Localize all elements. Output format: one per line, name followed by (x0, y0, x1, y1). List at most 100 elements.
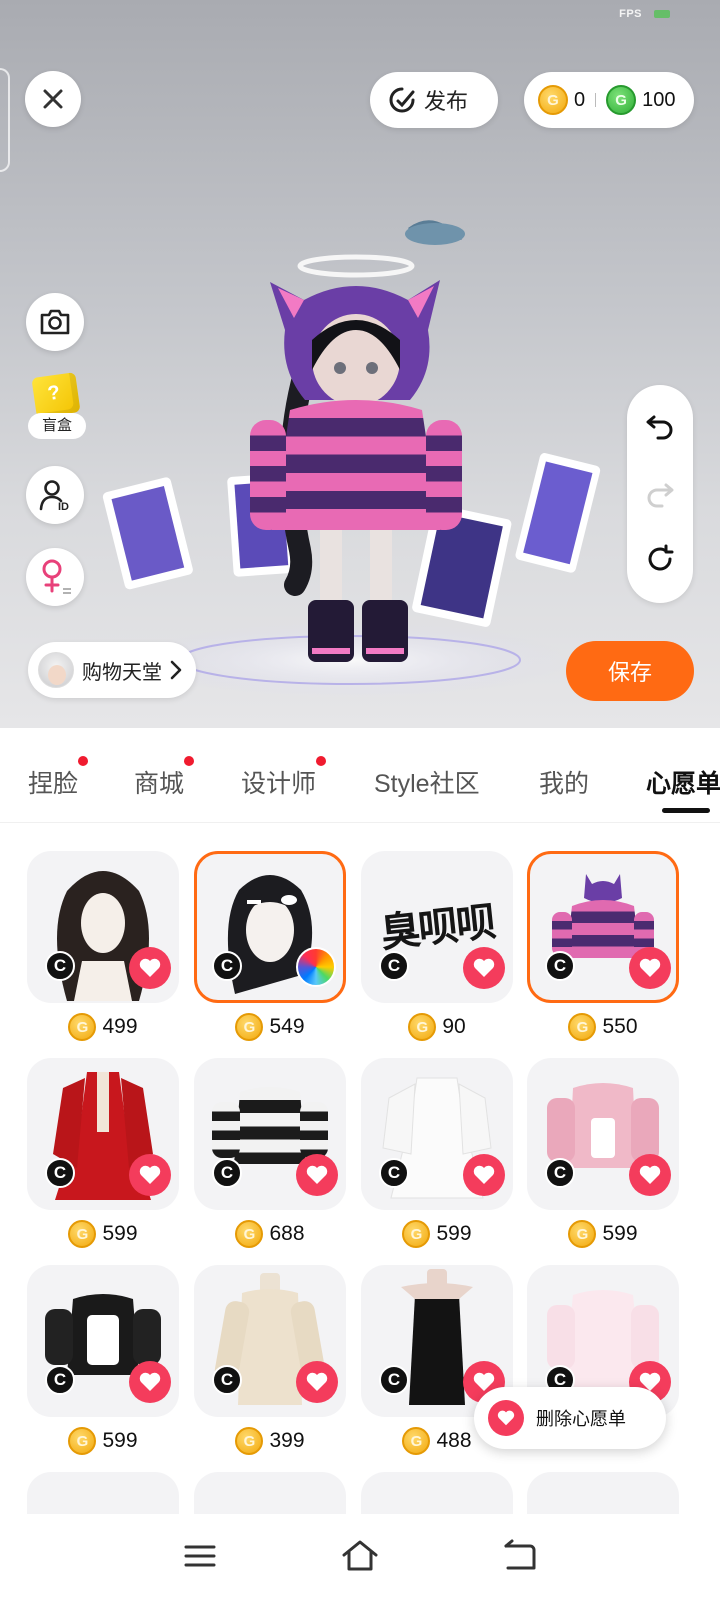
item-card[interactable]: C 688 (194, 1058, 346, 1263)
fps-indicator (654, 10, 670, 18)
wishlist-heart-button[interactable] (629, 1154, 671, 1196)
item-price: 399 (194, 1425, 346, 1457)
item-card[interactable] (27, 1472, 179, 1514)
heart-icon (639, 958, 661, 977)
item-card[interactable]: 臭呗呗 C 90 (361, 851, 513, 1056)
gold-coin-icon (402, 1427, 431, 1455)
tab-style-community[interactable]: Style社区 (374, 764, 480, 800)
item-card[interactable]: C 599 (27, 1058, 179, 1263)
item-card[interactable] (361, 1472, 513, 1514)
price-value: 550 (602, 1015, 638, 1038)
notification-dot (78, 756, 89, 766)
remove-wishlist-label: 删除心愿单 (536, 1409, 626, 1429)
notification-dot (316, 756, 327, 766)
heart-icon (639, 1165, 661, 1184)
close-button[interactable] (25, 71, 81, 127)
save-button[interactable]: 保存 (566, 641, 694, 701)
item-card[interactable] (527, 1472, 679, 1514)
creator-badge: C (379, 1365, 409, 1395)
menu-icon[interactable] (180, 1538, 220, 1574)
wishlist-heart-button[interactable] (296, 1361, 338, 1403)
gender-switch-button[interactable] (26, 548, 84, 606)
wishlist-heart-button[interactable] (129, 1361, 171, 1403)
item-price: 90 (361, 1011, 513, 1043)
price-value: 549 (269, 1015, 305, 1038)
gold-coin-icon (568, 1220, 597, 1248)
price-value: 499 (102, 1015, 138, 1038)
system-nav-bar (0, 1514, 720, 1600)
blindbox-icon (31, 372, 81, 418)
tab-label: 捏脸 (28, 770, 79, 798)
heart-icon (139, 958, 161, 977)
item-thumbnail[interactable] (361, 1472, 513, 1514)
blindbox-label: 盲盒 (28, 413, 86, 439)
camera-button[interactable] (26, 293, 84, 351)
wishlist-heart-button[interactable] (629, 947, 671, 989)
tab-mine[interactable]: 我的 (539, 764, 589, 800)
wishlist-heart-button[interactable] (463, 947, 505, 989)
color-picker-icon[interactable] (296, 947, 336, 987)
wishlist-heart-button[interactable] (129, 947, 171, 989)
item-price: 599 (27, 1218, 179, 1250)
tab-label: 心愿单 (646, 770, 720, 798)
remove-wishlist-button[interactable]: 删除心愿单 (474, 1387, 666, 1449)
profile-id-button[interactable]: ID (26, 466, 84, 524)
tab-mall[interactable]: 商城 (134, 756, 195, 800)
heart-icon (306, 1372, 328, 1391)
item-card[interactable]: C 599 (361, 1058, 513, 1263)
camera-icon (40, 309, 70, 335)
item-thumbnail[interactable] (194, 1472, 346, 1514)
tab-designer[interactable]: 设计师 (241, 756, 327, 800)
creator-badge: C (379, 951, 409, 981)
home-icon[interactable] (340, 1538, 380, 1574)
item-card[interactable]: C 550 (527, 851, 679, 1056)
price-value: 599 (102, 1222, 138, 1245)
blindbox-button[interactable]: 盲盒 (28, 372, 86, 439)
publish-label: 发布 (424, 89, 469, 114)
item-card[interactable]: C 549 (194, 851, 346, 1056)
green-balance: 100 (642, 88, 676, 111)
price-value: 688 (269, 1222, 305, 1245)
wishlist-heart-button[interactable] (463, 1154, 505, 1196)
item-price: 550 (527, 1011, 679, 1043)
price-value: 90 (442, 1015, 466, 1038)
gold-balance: 0 (574, 88, 586, 111)
item-card[interactable]: C 499 (27, 851, 179, 1056)
avatar-scene[interactable]: FPS 发布 G 0 G 100 ? 盲盒 ID 购物天堂 保存 (0, 0, 720, 728)
gold-coin-icon (68, 1220, 97, 1248)
creator-badge: C (379, 1158, 409, 1188)
wishlist-heart-button[interactable] (129, 1154, 171, 1196)
item-price: 599 (27, 1425, 179, 1457)
redo-icon[interactable] (644, 477, 676, 509)
creator-badge: C (212, 1158, 242, 1188)
user-id-icon: ID (39, 480, 69, 512)
heart-icon (139, 1165, 161, 1184)
item-thumbnail[interactable] (27, 1472, 179, 1514)
gold-coin-icon (235, 1013, 264, 1041)
item-thumbnail[interactable] (527, 1472, 679, 1514)
item-card[interactable]: C 399 (194, 1265, 346, 1470)
currency-balance[interactable]: 0 100 (524, 72, 694, 128)
avatar (38, 652, 74, 688)
item-card[interactable]: C 599 (27, 1265, 179, 1470)
back-icon[interactable] (500, 1538, 540, 1574)
item-card[interactable]: C 599 (527, 1058, 679, 1263)
edge-handle[interactable] (0, 68, 10, 172)
tab-wishlist[interactable]: 心愿单 (646, 764, 720, 800)
publish-button[interactable]: 发布 (370, 72, 498, 128)
edit-history-panel (627, 385, 693, 603)
shopping-paradise-button[interactable]: 购物天堂 (28, 642, 196, 698)
heart-icon (488, 1400, 524, 1436)
female-icon (42, 559, 71, 594)
item-price: 599 (361, 1218, 513, 1250)
tab-face[interactable]: 捏脸 (28, 756, 89, 800)
gold-coin-icon (408, 1013, 437, 1041)
price-value: 599 (436, 1222, 472, 1245)
gold-coin-icon (235, 1220, 264, 1248)
reset-icon[interactable] (644, 543, 676, 575)
item-card[interactable] (194, 1472, 346, 1514)
tab-label: Style社区 (374, 770, 480, 798)
heart-icon (139, 1372, 161, 1391)
undo-icon[interactable] (644, 409, 676, 441)
wishlist-heart-button[interactable] (296, 1154, 338, 1196)
